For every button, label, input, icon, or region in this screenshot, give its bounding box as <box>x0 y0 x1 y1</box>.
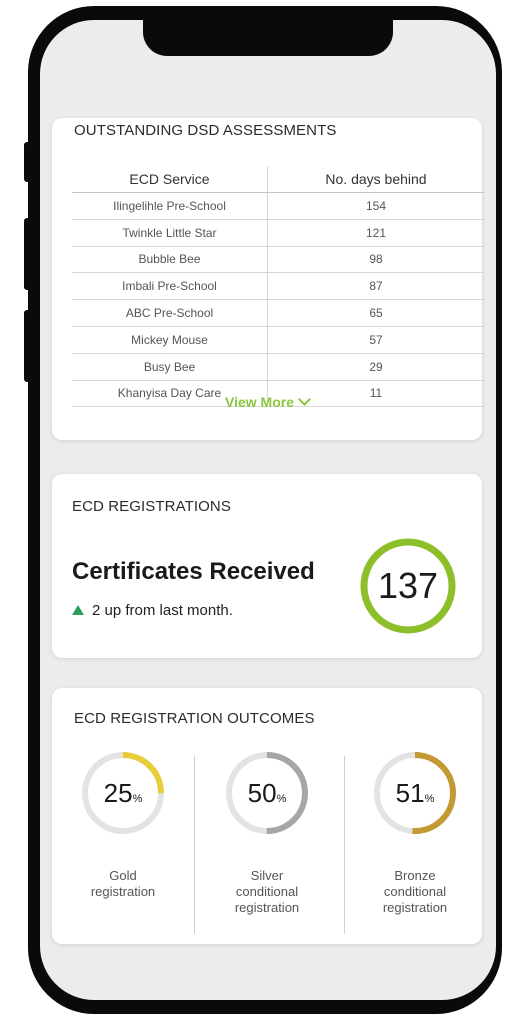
trend-text: 2 up from last month. <box>72 602 233 619</box>
table-row[interactable]: Imbali Pre-School 87 <box>72 272 484 301</box>
days-cell: 98 <box>267 246 484 274</box>
outcomes-title: ECD REGISTRATION OUTCOMES <box>74 710 315 727</box>
bronze-label: Bronze conditional registration <box>382 868 448 915</box>
volume-up-button <box>24 218 32 290</box>
view-more-button[interactable]: View More <box>52 393 482 410</box>
gold-label: Gold registration <box>90 868 156 899</box>
assessments-card: OUTSTANDING DSD ASSESSMENTS ECD Service … <box>52 118 484 440</box>
mute-switch <box>24 142 32 182</box>
phone-screen: OUTSTANDING DSD ASSESSMENTS ECD Service … <box>40 20 496 1000</box>
service-cell: Ilingelihle Pre-School <box>72 192 268 220</box>
days-cell: 87 <box>267 272 484 301</box>
service-cell: Mickey Mouse <box>72 326 268 354</box>
view-more-label: View More <box>225 394 294 410</box>
outcomes-divider <box>344 756 345 934</box>
days-cell: 154 <box>267 192 484 220</box>
service-cell: Twinkle Little Star <box>72 219 268 247</box>
table-row[interactable]: Bubble Bee 98 <box>72 246 484 274</box>
table-row[interactable]: Twinkle Little Star 121 <box>72 219 484 247</box>
table-row[interactable]: ABC Pre-School 65 <box>72 299 484 327</box>
outcomes-card: ECD REGISTRATION OUTCOMES 25% Gold regist… <box>52 688 482 944</box>
table-row[interactable]: Busy Bee 29 <box>72 353 484 381</box>
trend-label: 2 up from last month. <box>92 602 233 619</box>
certificates-heading: Certificates Received <box>72 558 315 585</box>
column-header-service: ECD Service <box>72 166 268 193</box>
assessments-table: ECD Service No. days behind Ilingelihle … <box>72 166 484 408</box>
gold-percentage: 25% <box>103 778 143 808</box>
days-cell: 65 <box>267 299 484 327</box>
volume-down-button <box>24 310 32 382</box>
table-row[interactable]: Mickey Mouse 57 <box>72 326 484 354</box>
service-cell: Imbali Pre-School <box>72 272 268 301</box>
service-cell: Busy Bee <box>72 353 268 381</box>
column-header-days: No. days behind <box>267 166 484 193</box>
silver-percentage: 50% <box>247 778 287 808</box>
days-cell: 57 <box>267 326 484 354</box>
bronze-donut: 51% <box>372 750 458 836</box>
phone-notch <box>143 20 393 56</box>
trend-up-icon <box>72 605 84 615</box>
days-cell: 121 <box>267 219 484 247</box>
registrations-card: ECD REGISTRATIONS Certificates Received … <box>52 474 482 658</box>
assessments-title: OUTSTANDING DSD ASSESSMENTS <box>74 122 337 139</box>
certificates-count-ring: 137 <box>359 537 457 635</box>
service-cell: Bubble Bee <box>72 246 268 274</box>
silver-label: Silver conditional registration <box>234 868 300 915</box>
days-cell: 29 <box>267 353 484 381</box>
chevron-down-icon <box>298 393 311 406</box>
registrations-title: ECD REGISTRATIONS <box>72 498 231 515</box>
certificates-count: 137 <box>377 565 439 606</box>
bronze-percentage: 51% <box>395 778 435 808</box>
table-row[interactable]: Ilingelihle Pre-School 154 <box>72 192 484 220</box>
silver-donut: 50% <box>224 750 310 836</box>
gold-donut: 25% <box>80 750 166 836</box>
outcomes-divider <box>194 756 195 934</box>
table-header-row: ECD Service No. days behind <box>72 166 484 193</box>
service-cell: ABC Pre-School <box>72 299 268 327</box>
